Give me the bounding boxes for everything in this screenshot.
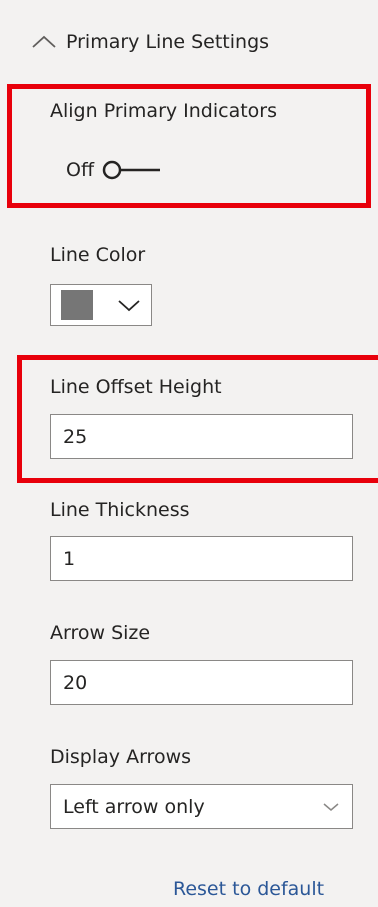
display-arrows-value: Left arrow only [63, 795, 205, 818]
align-primary-toggle[interactable]: Off [66, 152, 164, 188]
line-offset-input[interactable] [50, 414, 353, 459]
toggle-switch-icon [102, 160, 161, 180]
display-arrows-label: Display Arrows [50, 746, 192, 768]
arrow-size-label: Arrow Size [50, 622, 151, 644]
display-arrows-select[interactable]: Left arrow only [50, 784, 353, 829]
section-title: Primary Line Settings [66, 31, 270, 53]
line-thickness-label: Line Thickness [50, 499, 190, 521]
chevron-up-icon [32, 35, 56, 48]
line-offset-label: Line Offset Height [50, 376, 222, 398]
line-color-picker[interactable] [50, 284, 152, 326]
chevron-down-icon [323, 802, 339, 811]
align-primary-label: Align Primary Indicators [50, 100, 278, 122]
reset-to-default-link[interactable]: Reset to default [173, 878, 324, 900]
chevron-down-icon [118, 300, 140, 312]
toggle-state-label: Off [66, 159, 95, 181]
line-color-label: Line Color [50, 244, 146, 266]
line-thickness-input[interactable] [50, 536, 353, 581]
arrow-size-input[interactable] [50, 660, 353, 705]
section-header-primary-line[interactable]: Primary Line Settings [30, 26, 269, 58]
color-swatch [61, 290, 93, 320]
